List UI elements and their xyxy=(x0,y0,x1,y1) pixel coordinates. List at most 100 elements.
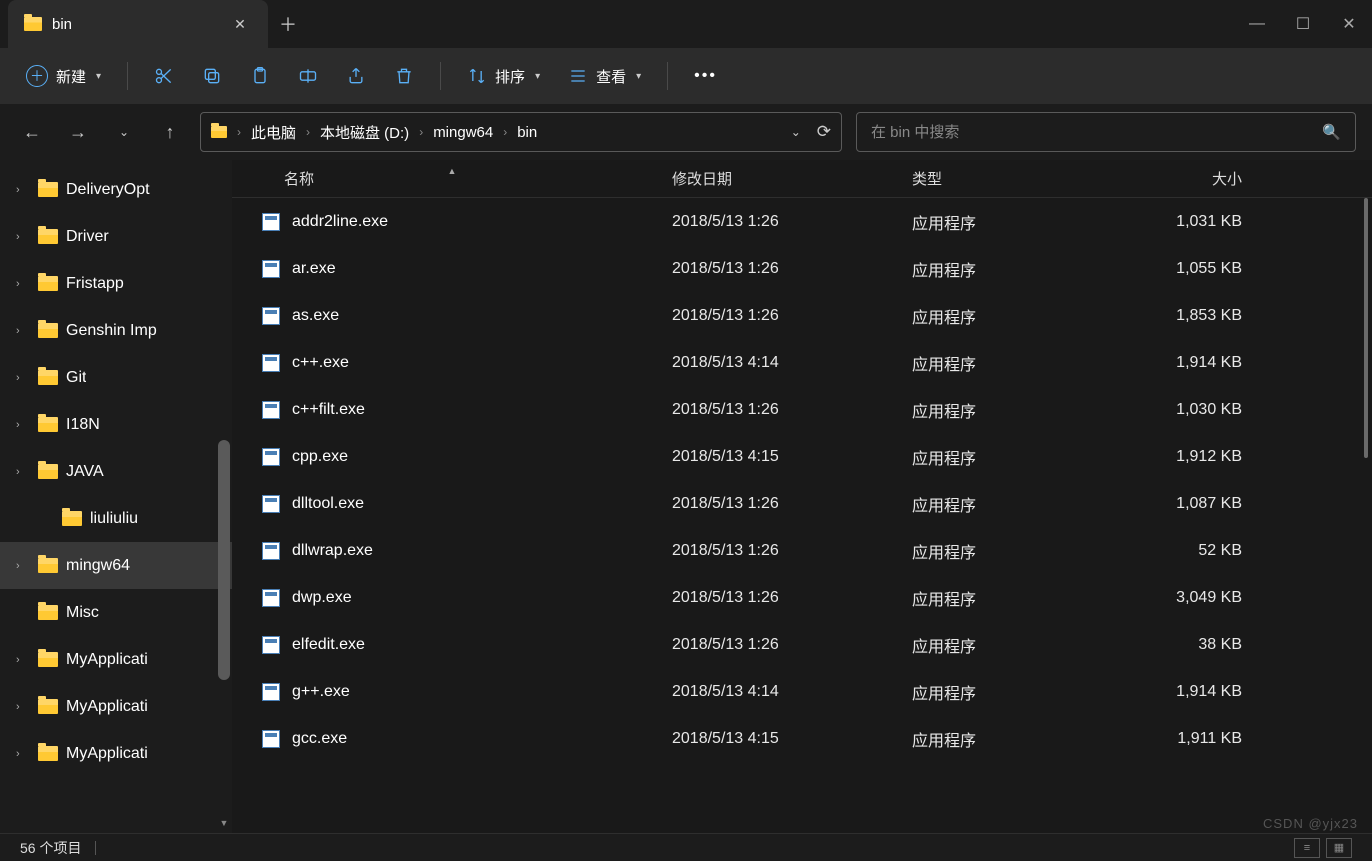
file-size: 1,912 KB xyxy=(1112,448,1272,466)
table-row[interactable]: as.exe2018/5/13 1:26应用程序1,853 KB xyxy=(232,292,1372,339)
sidebar-item[interactable]: ›I18N xyxy=(0,401,232,448)
address-bar[interactable]: › 此电脑 › 本地磁盘 (D:) › mingw64 › bin ⌄ ⟳ xyxy=(200,112,842,152)
scrollbar-thumb[interactable] xyxy=(1364,198,1368,458)
folder-icon xyxy=(38,417,58,432)
sidebar-item[interactable]: ›Genshin Imp xyxy=(0,307,232,354)
file-list: ▲ 名称 修改日期 类型 大小 addr2line.exe2018/5/13 1… xyxy=(232,160,1372,833)
sidebar-item[interactable]: ›MyApplicati xyxy=(0,730,232,777)
view-button[interactable]: 查看 ▾ xyxy=(558,58,651,94)
chevron-right-icon[interactable]: › xyxy=(16,466,30,478)
sidebar-item[interactable]: › mingw64 xyxy=(0,542,232,589)
delete-button[interactable] xyxy=(384,58,424,94)
chevron-right-icon[interactable]: › xyxy=(16,372,30,384)
forward-button[interactable]: → xyxy=(62,116,94,148)
breadcrumb-item[interactable]: 此电脑 xyxy=(251,122,296,143)
folder-icon xyxy=(38,699,58,714)
sidebar-item[interactable]: › MyApplicati xyxy=(0,636,232,683)
close-window-button[interactable]: ✕ xyxy=(1326,8,1372,40)
chevron-right-icon[interactable]: › xyxy=(16,325,30,337)
exe-icon xyxy=(262,401,280,419)
chevron-right-icon[interactable]: › xyxy=(16,748,30,760)
recent-button[interactable]: ⌄ xyxy=(108,116,140,148)
table-row[interactable]: c++filt.exe2018/5/13 1:26应用程序1,030 KB xyxy=(232,386,1372,433)
chevron-down-icon: ▾ xyxy=(636,71,641,82)
sidebar-item[interactable]: ›MyApplicati xyxy=(0,683,232,730)
clipboard-icon xyxy=(250,66,270,86)
divider xyxy=(667,62,668,90)
thumbnails-view-button[interactable]: ▦ xyxy=(1326,838,1352,858)
sidebar-item[interactable]: ›Git xyxy=(0,354,232,401)
scroll-down-icon[interactable]: ▼ xyxy=(218,817,230,829)
table-row[interactable]: gcc.exe2018/5/13 4:15应用程序1,911 KB xyxy=(232,715,1372,762)
window-tab[interactable]: bin ✕ xyxy=(8,0,268,48)
table-row[interactable]: c++.exe2018/5/13 4:14应用程序1,914 KB xyxy=(232,339,1372,386)
chevron-right-icon[interactable]: › xyxy=(16,701,30,713)
table-row[interactable]: dlltool.exe2018/5/13 1:26应用程序1,087 KB xyxy=(232,480,1372,527)
column-name[interactable]: ▲ 名称 xyxy=(232,168,672,189)
minimize-button[interactable]: — xyxy=(1234,8,1280,40)
sidebar-item[interactable]: liuliuliu xyxy=(0,495,232,542)
search-input[interactable] xyxy=(871,124,1322,141)
table-row[interactable]: elfedit.exe2018/5/13 1:26应用程序38 KB xyxy=(232,621,1372,668)
paste-button[interactable] xyxy=(240,58,280,94)
cut-button[interactable] xyxy=(144,58,184,94)
sidebar-item-label: Misc xyxy=(66,604,99,622)
sidebar-item-label: mingw64 xyxy=(66,557,130,575)
refresh-button[interactable]: ⟳ xyxy=(817,122,831,142)
chevron-right-icon[interactable]: › xyxy=(16,231,30,243)
sidebar-item-label: Driver xyxy=(66,228,109,246)
details-view-button[interactable]: ≡ xyxy=(1294,838,1320,858)
column-type[interactable]: 类型 xyxy=(912,168,1112,189)
new-button[interactable]: ＋ 新建 ▾ xyxy=(16,58,111,94)
chevron-right-icon[interactable]: › xyxy=(16,419,30,431)
back-button[interactable]: ← xyxy=(16,116,48,148)
maximize-button[interactable]: ☐ xyxy=(1280,8,1326,40)
table-row[interactable]: dwp.exe2018/5/13 1:26应用程序3,049 KB xyxy=(232,574,1372,621)
more-button[interactable]: ••• xyxy=(684,58,727,94)
up-button[interactable]: ↑ xyxy=(154,116,186,148)
search-icon[interactable]: 🔍 xyxy=(1322,123,1341,141)
table-row[interactable]: addr2line.exe2018/5/13 1:26应用程序1,031 KB xyxy=(232,198,1372,245)
breadcrumb-item[interactable]: bin xyxy=(517,124,537,141)
scrollbar-thumb[interactable] xyxy=(218,440,230,680)
sidebar-item[interactable]: ›Fristapp xyxy=(0,260,232,307)
exe-icon xyxy=(262,542,280,560)
copy-button[interactable] xyxy=(192,58,232,94)
chevron-right-icon[interactable]: › xyxy=(16,560,30,572)
table-row[interactable]: cpp.exe2018/5/13 4:15应用程序1,912 KB xyxy=(232,433,1372,480)
breadcrumb-item[interactable]: mingw64 xyxy=(433,124,493,141)
sort-button[interactable]: 排序 ▾ xyxy=(457,58,550,94)
table-row[interactable]: dllwrap.exe2018/5/13 1:26应用程序52 KB xyxy=(232,527,1372,574)
chevron-down-icon[interactable]: ⌄ xyxy=(791,125,801,139)
rename-button[interactable] xyxy=(288,58,328,94)
sidebar-item[interactable]: ›JAVA xyxy=(0,448,232,495)
exe-icon xyxy=(262,636,280,654)
file-name: c++.exe xyxy=(292,354,349,372)
divider xyxy=(440,62,441,90)
column-date[interactable]: 修改日期 xyxy=(672,168,912,189)
table-row[interactable]: ar.exe2018/5/13 1:26应用程序1,055 KB xyxy=(232,245,1372,292)
sidebar-item[interactable]: ›DeliveryOpt xyxy=(0,166,232,213)
file-type: 应用程序 xyxy=(912,586,1112,610)
close-tab-button[interactable]: ✕ xyxy=(224,8,256,40)
file-type: 应用程序 xyxy=(912,304,1112,328)
share-button[interactable] xyxy=(336,58,376,94)
file-name: gcc.exe xyxy=(292,730,347,748)
chevron-right-icon[interactable]: › xyxy=(16,184,30,196)
table-row[interactable]: g++.exe2018/5/13 4:14应用程序1,914 KB xyxy=(232,668,1372,715)
chevron-right-icon[interactable]: › xyxy=(16,654,30,666)
file-size: 1,030 KB xyxy=(1112,401,1272,419)
sidebar-item-label: MyApplicati xyxy=(66,651,148,669)
search-box[interactable]: 🔍 xyxy=(856,112,1356,152)
chevron-right-icon: › xyxy=(237,125,241,139)
file-name: dwp.exe xyxy=(292,589,352,607)
file-size: 1,914 KB xyxy=(1112,354,1272,372)
column-size[interactable]: 大小 xyxy=(1112,168,1272,189)
folder-icon xyxy=(211,126,227,138)
new-tab-button[interactable]: ＋ xyxy=(268,0,308,48)
breadcrumb-item[interactable]: 本地磁盘 (D:) xyxy=(320,122,409,143)
sidebar-item[interactable]: Misc xyxy=(0,589,232,636)
file-name: cpp.exe xyxy=(292,448,348,466)
sidebar-item[interactable]: › Driver xyxy=(0,213,232,260)
chevron-right-icon[interactable]: › xyxy=(16,278,30,290)
